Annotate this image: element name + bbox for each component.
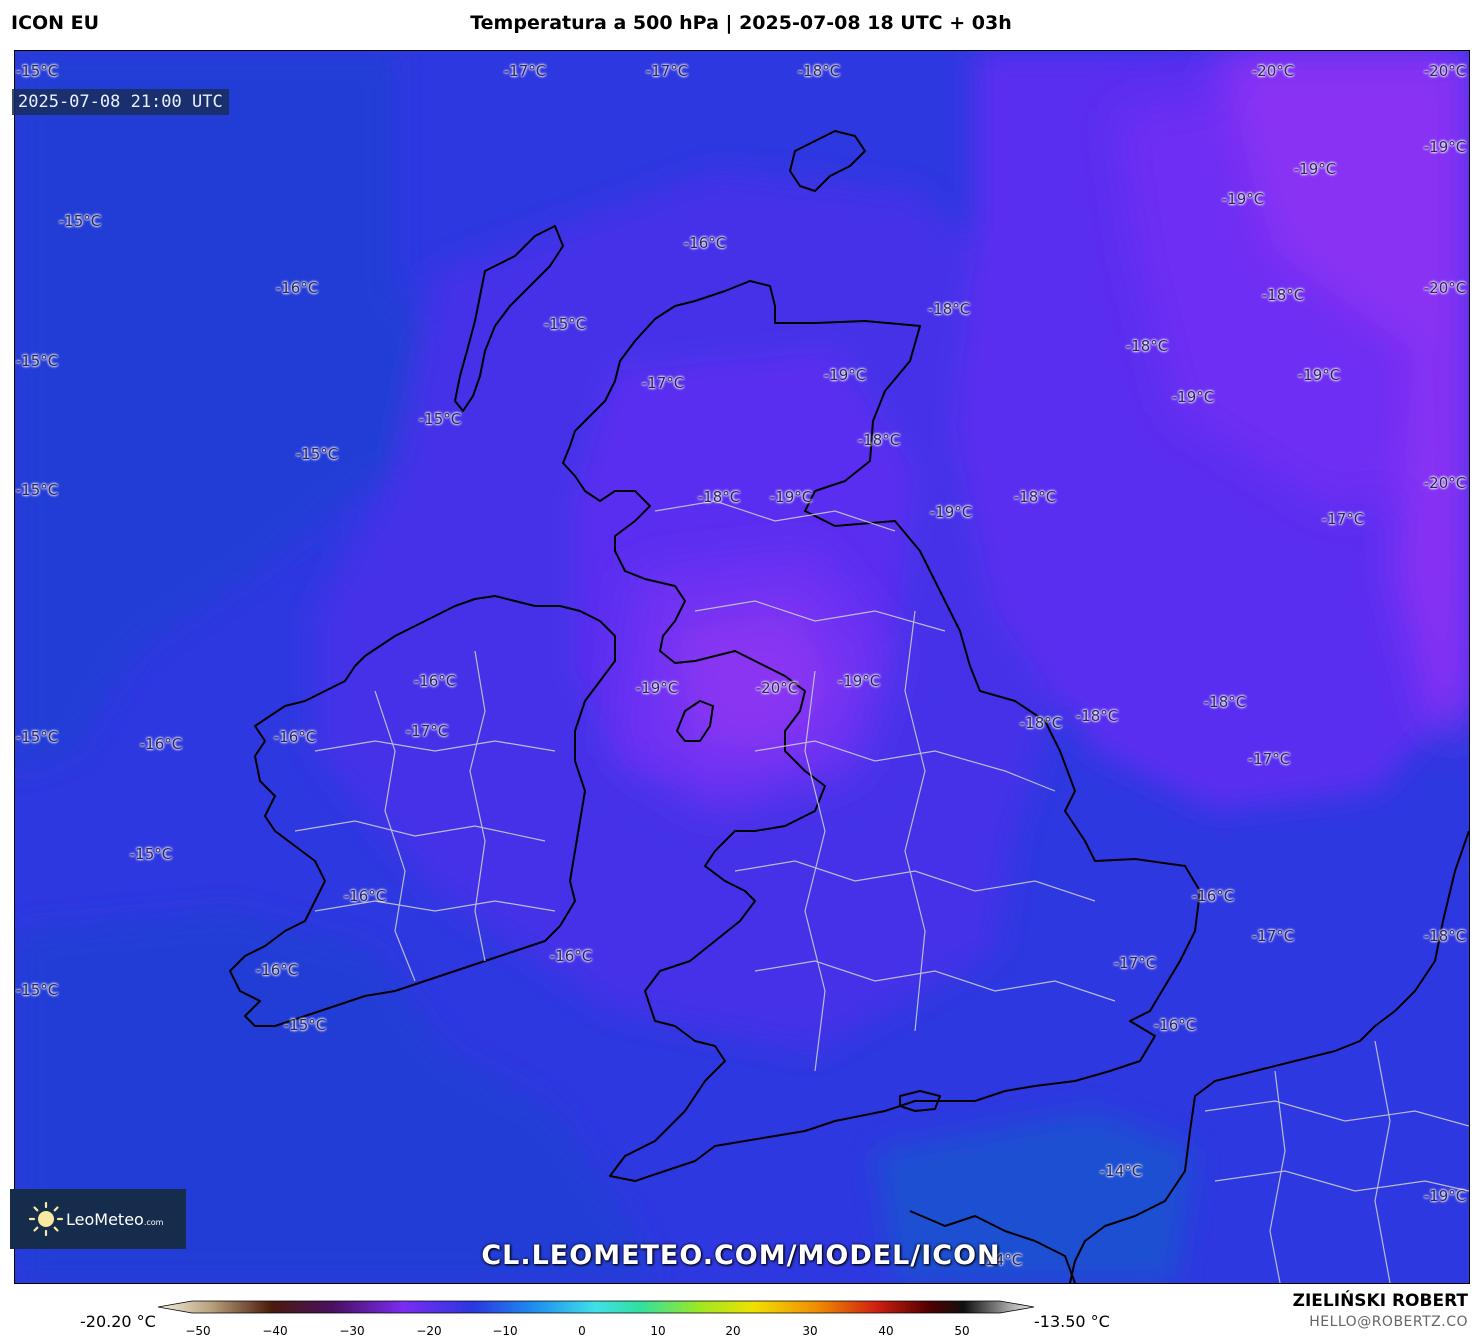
- temperature-field-map: [15, 51, 1469, 1283]
- isotherm-label: -16°C: [255, 961, 299, 979]
- colorbar-tick: 30: [802, 1324, 818, 1338]
- isotherm-label: -15°C: [418, 410, 462, 428]
- isotherm-label: -18°C: [797, 62, 841, 80]
- isotherm-label: -15°C: [15, 352, 59, 370]
- colorbar-min-label: -20.20 °C: [80, 1312, 156, 1331]
- isotherm-label: -18°C: [1013, 488, 1057, 506]
- isotherm-label: -15°C: [58, 212, 102, 230]
- isotherm-label: -20°C: [1251, 62, 1295, 80]
- isotherm-label: -17°C: [641, 374, 685, 392]
- logo-suffix: .com: [143, 1217, 164, 1227]
- isotherm-label: -18°C: [1261, 286, 1305, 304]
- isotherm-label: -16°C: [683, 234, 727, 252]
- map-panel: -15°C -17°C -17°C -18°C -20°C -20°C -19°…: [14, 50, 1470, 1284]
- isotherm-label: -18°C: [1075, 707, 1119, 725]
- isotherm-label: -20°C: [755, 679, 799, 697]
- isotherm-label: -15°C: [15, 62, 59, 80]
- isotherm-label: -20°C: [1423, 474, 1467, 492]
- isotherm-label: -20°C: [1423, 279, 1467, 297]
- isotherm-label: -16°C: [343, 887, 387, 905]
- isotherm-label: -17°C: [1321, 510, 1365, 528]
- isotherm-label: -15°C: [15, 981, 59, 999]
- isotherm-label: -16°C: [1153, 1016, 1197, 1034]
- map-title: Temperatura a 500 hPa | 2025-07-08 18 UT…: [470, 12, 1012, 34]
- logo-brand: LeoMeteo: [66, 1209, 144, 1229]
- logo-text: LeoMeteo.com: [66, 1210, 163, 1229]
- colorbar: [158, 1300, 1034, 1314]
- author-contact[interactable]: HELLO@ROBERTZ.CO: [1309, 1314, 1468, 1330]
- colorbar-tick: 0: [578, 1324, 586, 1338]
- isotherm-label: -16°C: [413, 672, 457, 690]
- colorbar-tick: −10: [492, 1324, 518, 1338]
- model-url-watermark: CL.LEOMETEO.COM/MODEL/ICON: [481, 1240, 1001, 1271]
- isotherm-label: -18°C: [927, 300, 971, 318]
- isotherm-label: -18°C: [697, 488, 741, 506]
- isotherm-label: -18°C: [1019, 714, 1063, 732]
- valid-time-badge: 2025-07-08 21:00 UTC: [12, 89, 229, 115]
- isotherm-label: -18°C: [1125, 337, 1169, 355]
- isotherm-label: -16°C: [273, 728, 317, 746]
- colorbar-tick: 20: [725, 1324, 741, 1338]
- isotherm-label: -17°C: [1113, 954, 1157, 972]
- isotherm-label: -16°C: [275, 279, 319, 297]
- colorbar-max-label: -13.50 °C: [1034, 1312, 1110, 1331]
- isotherm-label: -17°C: [405, 722, 449, 740]
- isotherm-label: -18°C: [1423, 927, 1467, 945]
- isotherm-label: -15°C: [129, 845, 173, 863]
- isotherm-label: -20°C: [1423, 62, 1467, 80]
- sun-icon: [28, 1201, 64, 1237]
- isotherm-label: -16°C: [1191, 887, 1235, 905]
- isotherm-label: -19°C: [1297, 366, 1341, 384]
- isotherm-label: -15°C: [15, 728, 59, 746]
- isotherm-label: -19°C: [1423, 138, 1467, 156]
- isotherm-label: -19°C: [823, 366, 867, 384]
- isotherm-label: -19°C: [635, 679, 679, 697]
- isotherm-label: -19°C: [1221, 190, 1265, 208]
- isotherm-label: -17°C: [503, 62, 547, 80]
- isotherm-label: -19°C: [1293, 160, 1337, 178]
- isotherm-label: -15°C: [15, 481, 59, 499]
- isotherm-label: -17°C: [1251, 927, 1295, 945]
- isotherm-label: -17°C: [1247, 750, 1291, 768]
- colorbar-tick: 40: [878, 1324, 894, 1338]
- isotherm-label: -17°C: [645, 62, 689, 80]
- colorbar-tick: 50: [954, 1324, 970, 1338]
- isotherm-label: -19°C: [929, 503, 973, 521]
- colorbar-tick: −40: [262, 1324, 288, 1338]
- isotherm-label: -19°C: [1171, 388, 1215, 406]
- colorbar-tick: −50: [185, 1324, 211, 1338]
- author-name: ZIELIŃSKI ROBERT: [1292, 1291, 1468, 1311]
- colorbar-tick: −20: [416, 1324, 442, 1338]
- isotherm-label: -19°C: [769, 488, 813, 506]
- isotherm-label: -14°C: [1099, 1162, 1143, 1180]
- isotherm-label: -19°C: [837, 672, 881, 690]
- isotherm-label: -18°C: [1203, 693, 1247, 711]
- isotherm-label: -18°C: [857, 431, 901, 449]
- isotherm-label: -16°C: [549, 947, 593, 965]
- colorbar-tick: 10: [650, 1324, 666, 1338]
- isotherm-label: -16°C: [139, 735, 183, 753]
- isotherm-label: -15°C: [295, 445, 339, 463]
- colorbar-tick: −30: [339, 1324, 365, 1338]
- isotherm-label: -15°C: [543, 315, 587, 333]
- isotherm-label: -15°C: [283, 1016, 327, 1034]
- isotherm-label: -19°C: [1423, 1187, 1467, 1205]
